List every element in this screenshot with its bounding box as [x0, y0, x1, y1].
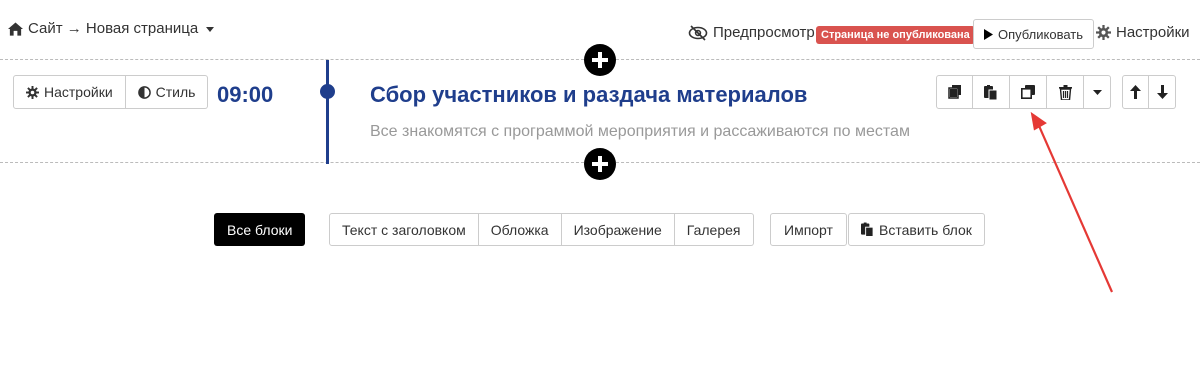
status-badge: Страница не опубликована — [816, 26, 975, 44]
preview-label: Предпросмотр — [713, 24, 815, 41]
block-settings-label: Настройки — [44, 84, 113, 100]
eye-slash-icon — [688, 24, 708, 41]
paste-button[interactable] — [973, 75, 1010, 109]
paste-block-button[interactable]: Вставить блок — [848, 213, 985, 246]
add-block-above-button[interactable] — [584, 44, 616, 76]
page-settings-link[interactable]: Настройки — [1096, 24, 1190, 41]
category-text-with-heading[interactable]: Текст с заголовком — [329, 213, 479, 246]
publish-button[interactable]: Опубликовать — [973, 19, 1095, 49]
timeline-dot — [320, 84, 335, 99]
move-group — [1122, 75, 1176, 109]
arrow-up-icon — [1130, 85, 1141, 99]
paste-icon — [861, 222, 874, 237]
block-subtitle[interactable]: Все знакомятся с программой мероприятия … — [370, 123, 910, 141]
contrast-icon — [137, 85, 151, 99]
category-gallery[interactable]: Галерея — [674, 213, 754, 246]
chevron-down-icon — [206, 27, 215, 32]
copy-button[interactable] — [936, 75, 973, 109]
block-style-button[interactable]: Стиль — [125, 75, 209, 109]
copy-icon — [947, 85, 961, 99]
caret-down-icon — [1092, 89, 1102, 95]
plus-icon — [592, 156, 608, 172]
plus-icon — [592, 52, 608, 68]
block-time[interactable]: 09:00 — [217, 82, 273, 108]
arrow-down-icon — [1156, 85, 1168, 99]
gear-icon — [1096, 25, 1111, 40]
block-settings-group: Настройки Стиль — [13, 75, 209, 109]
import-button[interactable]: Импорт — [770, 213, 847, 246]
move-up-button[interactable] — [1122, 75, 1149, 109]
more-options-button[interactable] — [1084, 75, 1111, 109]
publish-label: Опубликовать — [998, 26, 1084, 42]
block-settings-button[interactable]: Настройки — [13, 75, 126, 109]
gear-icon — [26, 85, 39, 99]
breadcrumb[interactable]: Сайт → Новая страница — [8, 20, 215, 37]
paste-icon — [984, 84, 998, 100]
timeline-line — [326, 60, 329, 164]
block-title[interactable]: Сбор участников и раздача материалов — [370, 82, 807, 108]
page-settings-label: Настройки — [1116, 24, 1190, 41]
trash-icon — [1058, 84, 1072, 100]
add-block-below-button[interactable] — [584, 148, 616, 180]
home-icon — [8, 21, 23, 36]
block-tools-group — [936, 75, 1111, 109]
move-down-button[interactable] — [1149, 75, 1176, 109]
paste-block-label: Вставить блок — [879, 221, 972, 238]
category-cover[interactable]: Обложка — [478, 213, 562, 246]
play-icon — [984, 28, 993, 40]
category-image[interactable]: Изображение — [561, 213, 675, 246]
delete-button[interactable] — [1047, 75, 1084, 109]
all-blocks-button[interactable]: Все блоки — [214, 213, 306, 246]
annotation-arrow — [1030, 111, 1114, 293]
breadcrumb-text: Сайт → Новая страница — [28, 20, 199, 37]
preview-link[interactable]: Предпросмотр — [688, 24, 815, 41]
block-categories: Текст с заголовком Обложка Изображение Г… — [329, 213, 754, 246]
duplicate-button[interactable] — [1010, 75, 1047, 109]
duplicate-icon — [1021, 85, 1035, 99]
block-style-label: Стиль — [155, 84, 196, 100]
